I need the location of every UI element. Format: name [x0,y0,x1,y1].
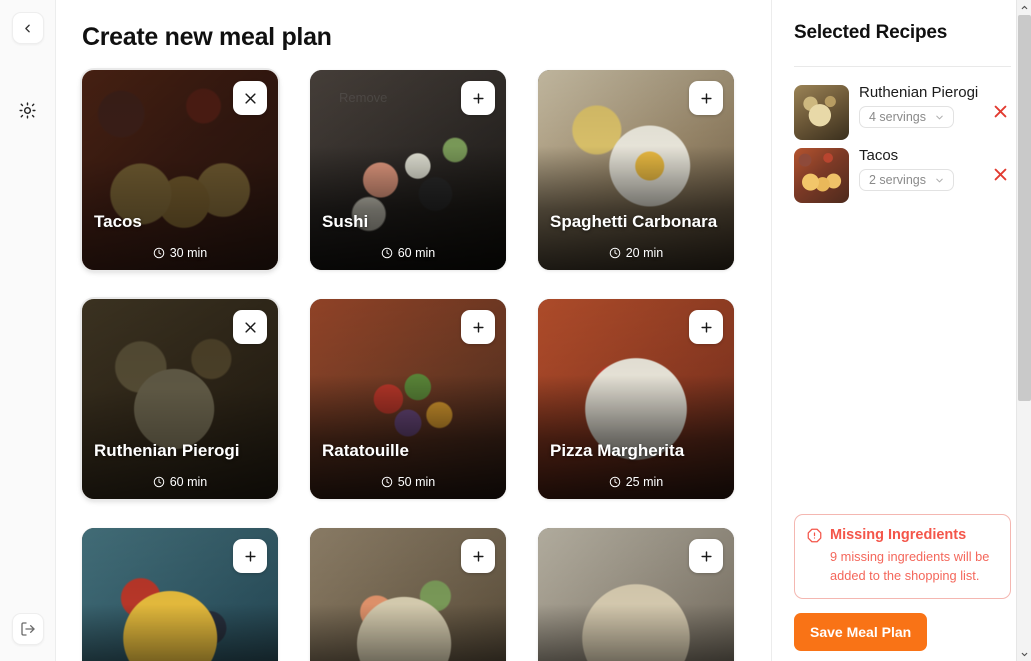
chevron-down-icon [936,115,943,120]
logout-button[interactable] [12,613,44,645]
add-recipe-button[interactable] [461,310,495,344]
selected-recipe-name: Tacos [859,147,899,164]
recipe-title: Spaghetti Carbonara [550,211,718,231]
recipe-cook-time: 25 min [538,475,734,489]
x-icon [244,92,256,104]
add-recipe-button[interactable] [689,310,723,344]
selected-recipes-list: Ruthenian Pierogi 4 servings Tacos 2 servin… [794,81,1011,207]
scrollbar-thumb[interactable] [1018,15,1031,401]
add-recipe-button[interactable] [461,539,495,573]
remove-recipe-button[interactable] [233,81,267,115]
servings-value: 4 servings [869,110,926,125]
scroll-up-button[interactable] [1017,0,1031,14]
recipe-title: Ratatouille [322,440,409,460]
x-icon [994,105,1006,118]
recipe-title: Tacos [94,211,142,231]
clock-icon [153,247,164,259]
page-scrollbar[interactable] [1016,0,1031,661]
add-recipe-button[interactable] [461,81,495,115]
panel-divider [794,66,1011,67]
recipe-card[interactable] [82,528,278,661]
recipe-card[interactable]: Ratatouille 50 min [310,299,506,499]
selected-recipe-row: Ruthenian Pierogi 4 servings [794,81,1011,144]
add-recipe-button[interactable] [689,539,723,573]
missing-ingredients-alert: Missing Ingredients 9 missing ingredient… [794,514,1011,599]
recipe-cook-time: 20 min [538,246,734,260]
add-recipe-button[interactable] [689,81,723,115]
add-recipe-button[interactable] [233,539,267,573]
recipe-cook-time: 60 min [82,475,278,489]
plus-icon [472,321,484,333]
remove-recipe-button[interactable] [233,310,267,344]
recipe-cook-time: 30 min [82,246,278,260]
servings-dropdown[interactable]: 4 servings [859,106,954,129]
recipe-title: Ruthenian Pierogi [94,440,240,460]
alert-title: Missing Ingredients [830,527,967,544]
selected-recipes-panel: Selected Recipes Ruthenian Pierogi 4 serv… [771,0,1031,661]
chevron-up-icon [1021,5,1028,9]
chevron-down-icon [936,178,943,183]
selected-recipe-info: Ruthenian Pierogi 4 servings [859,83,979,129]
recipe-cook-time-label: 25 min [625,475,664,489]
page-title: Create new meal plan [82,23,332,51]
selected-recipe-thumbnail [794,148,849,203]
x-icon [994,168,1006,181]
recipe-card[interactable]: Tacos 30 min [82,70,278,270]
sun-icon [19,101,36,119]
plus-icon [244,550,256,562]
chevron-down-icon [1021,652,1028,656]
selected-recipe-name: Ruthenian Pierogi [859,84,979,101]
plus-icon [700,92,712,104]
plus-icon [472,550,484,562]
clock-icon [609,476,620,488]
recipe-cook-time-label: 30 min [169,246,208,260]
remove-selected-recipe-button[interactable] [989,164,1011,186]
servings-value: 2 servings [869,173,926,188]
recipe-cook-time-label: 20 min [625,246,664,260]
logout-button-wrap [12,613,44,645]
recipe-card[interactable]: Mushroom [538,528,734,661]
plus-icon [700,321,712,333]
recipe-card[interactable]: Spaghetti Carbonara 20 min [538,70,734,270]
panel-title: Selected Recipes [794,22,948,43]
back-button[interactable] [11,12,44,44]
clock-icon [381,476,392,488]
recipe-card[interactable]: Sushi 60 min [310,70,506,270]
selected-recipe-info: Tacos 2 servings [859,146,979,192]
logout-icon [21,622,35,636]
recipe-cook-time-label: 60 min [397,246,436,260]
recipe-title: Pizza Margherita [550,440,685,460]
plus-icon [700,550,712,562]
x-icon [244,321,256,333]
save-meal-plan-button[interactable]: Save Meal Plan [794,613,928,651]
clock-icon [153,476,164,488]
panel-footer: Missing Ingredients 9 missing ingredient… [794,514,1011,661]
recipe-cook-time-label: 50 min [397,475,436,489]
recipe-grid: Tacos 30 min Sushi 60 min Spaghetti Carbonar… [82,70,745,661]
left-rail [0,0,56,661]
selected-recipe-row: Tacos 2 servings [794,144,1011,207]
recipe-cook-time: 60 min [310,246,506,260]
scroll-down-button[interactable] [1017,647,1031,661]
recipe-card[interactable]: Pizza Margherita 25 min [538,299,734,499]
recipe-card[interactable] [310,528,506,661]
remove-selected-recipe-button[interactable] [989,101,1011,123]
selected-recipe-thumbnail [794,85,849,140]
plus-icon [472,92,484,104]
servings-dropdown[interactable]: 2 servings [859,169,954,192]
recipe-cook-time-label: 60 min [169,475,208,489]
recipe-title: Sushi [322,211,369,231]
clock-icon [609,247,620,259]
theme-toggle-button[interactable] [12,94,44,126]
clock-icon [381,247,392,259]
recipe-card[interactable]: Ruthenian Pierogi 60 min [82,299,278,499]
app-root: Remove Create new meal plan Tacos 30 min S… [0,0,1031,661]
main-content: Remove Create new meal plan Tacos 30 min S… [56,0,771,661]
recipe-cook-time: 50 min [310,475,506,489]
alert-octagon-icon [807,528,822,548]
alert-body: 9 missing ingredients will be added to t… [830,548,990,584]
chevron-left-icon [25,24,30,32]
